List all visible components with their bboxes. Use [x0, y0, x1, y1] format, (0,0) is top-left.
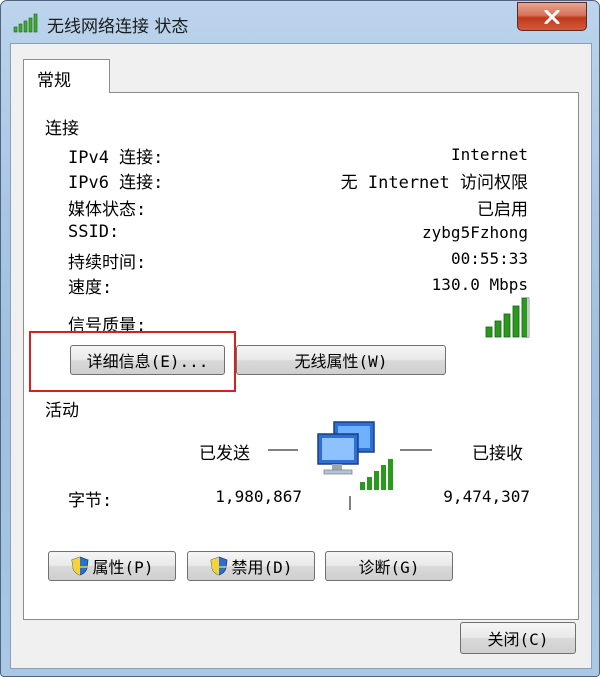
properties-button-label: 属性(P) [92, 558, 154, 577]
ipv6-value: 无 Internet 访问权限 [340, 173, 528, 193]
media-state-value: 已启用 [477, 200, 528, 220]
speed-value: 130.0 Mbps [431, 275, 528, 294]
ipv6-label: IPv6 连接: [68, 173, 164, 193]
bytes-sent-value: 1,980,867 [215, 487, 302, 506]
properties-button[interactable]: 属性(P) [48, 551, 176, 581]
wireless-properties-button[interactable]: 无线属性(W) [236, 345, 446, 375]
close-button[interactable]: 关闭(C) [460, 622, 576, 654]
activity-group-label: 活动 [45, 401, 79, 421]
ipv4-value: Internet [450, 145, 528, 164]
signal-strength-icon [485, 297, 530, 338]
sent-connector-line [268, 449, 298, 451]
uac-shield-icon [210, 556, 227, 576]
uac-shield-icon [71, 556, 88, 576]
disable-button-label: 禁用(D) [231, 558, 293, 577]
window-close-button[interactable] [517, 2, 587, 31]
connection-group-divider [90, 125, 548, 126]
duration-label: 持续时间: [68, 253, 147, 273]
speed-label: 速度: [68, 278, 113, 298]
activity-group-divider [112, 406, 548, 407]
bytes-label: 字节: [68, 491, 113, 511]
media-state-label: 媒体状态: [68, 200, 147, 220]
activity-divider-tick [349, 496, 351, 510]
window-title: 无线网络连接 状态 [47, 17, 189, 37]
annotation-highlight-box [29, 331, 236, 392]
ssid-value: zybg5Fzhong [422, 223, 528, 242]
ssid-label: SSID: [68, 222, 120, 242]
diagnose-button[interactable]: 诊断(G) [325, 551, 453, 581]
received-connector-line [400, 449, 432, 451]
disable-button[interactable]: 禁用(D) [187, 551, 315, 581]
wireless-signal-icon [13, 13, 38, 33]
duration-value: 00:55:33 [450, 249, 528, 268]
tab-general[interactable]: 常规 [23, 59, 110, 93]
ipv4-label: IPv4 连接: [68, 148, 164, 168]
network-computers-icon [317, 421, 393, 490]
sent-label: 已发送 [199, 444, 250, 464]
close-icon [544, 9, 560, 24]
bytes-received-value: 9,474,307 [443, 487, 530, 506]
connection-group-label: 连接 [45, 119, 79, 139]
received-label: 已接收 [472, 444, 523, 464]
